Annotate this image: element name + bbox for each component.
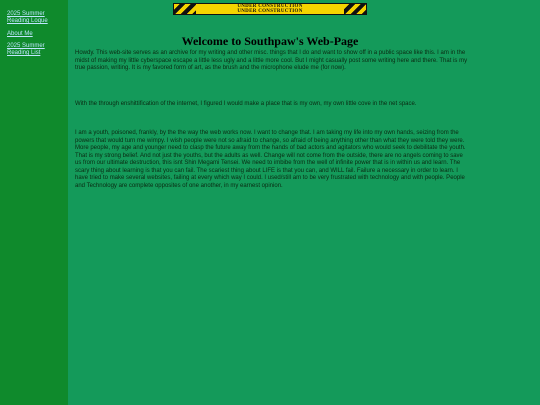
intro-paragraph: Howdy. This web-site serves as an archiv… [75,50,468,71]
youth-paragraph: I am a youth, poisoned, frankly, by the … [75,130,466,189]
sidebar: 2025 Summer Reading Loque About Me 2025 … [0,0,68,405]
sidebar-item-summer-reading-loque[interactable]: 2025 Summer Reading Loque [7,11,65,25]
banner-text-panel: UNDER CONSTRUCTION UNDER CONSTRUCTION [196,4,344,14]
under-construction-banner: UNDER CONSTRUCTION UNDER CONSTRUCTION [173,3,367,15]
cove-paragraph: With the through enshittification of the… [75,101,417,107]
banner-line-2: UNDER CONSTRUCTION [237,9,303,14]
page-title: Welcome to Southpaw's Web-Page [181,34,359,49]
